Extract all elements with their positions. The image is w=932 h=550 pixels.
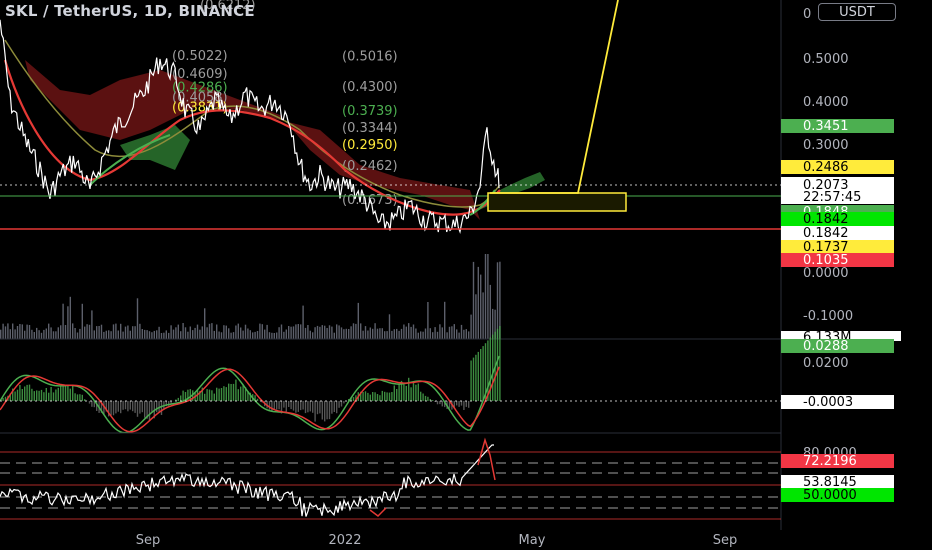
macd-histogram — [2, 326, 501, 422]
macd-badge-1: -0.0003 — [803, 395, 853, 410]
time-tick-1: Sep — [136, 533, 161, 548]
badge-7: 0.1035 — [803, 253, 849, 268]
price-tick-1: 0.4000 — [803, 95, 849, 110]
time-tick-3: May — [519, 533, 546, 548]
target-box[interactable] — [487, 192, 627, 212]
fib-label-10: (0.2950) — [342, 138, 398, 153]
price-tick-5: 0.0000 — [803, 266, 849, 281]
time-tick-2: 2022 — [328, 533, 361, 548]
projection-line[interactable] — [490, 0, 619, 194]
fib-label-8: (0.3739) — [342, 104, 398, 119]
price-tick-6: -0.1000 — [803, 309, 853, 324]
fib-label-2: (0.5016) — [342, 49, 398, 64]
rsi-line — [0, 444, 494, 517]
badge-4: 0.1842 — [803, 212, 849, 227]
rsi-badge-0: 72.2196 — [803, 454, 857, 469]
time-tick-4: Sep — [713, 533, 738, 548]
fib-label-9: (0.3344) — [342, 121, 398, 136]
badge-2-timer: 22:57:45 — [803, 190, 861, 205]
chart-canvas[interactable]: (0.6212)(0.5022) (0.5016)(0.4609)(0.4286)… — [0, 0, 932, 550]
fib-label-3: (0.4609) — [172, 67, 228, 82]
time-axis: Sep 2022 May Sep — [136, 533, 738, 548]
price-line — [0, 19, 500, 234]
badge-5: 0.1842 — [803, 226, 849, 241]
price-tick-top: 0 — [803, 7, 811, 22]
price-tick-2: 0.3000 — [803, 138, 849, 153]
rsi-badge-2: 50.0000 — [803, 488, 857, 503]
chart-title: SKL / TetherUS, 1D, BINANCE — [5, 2, 255, 20]
badge-1: 0.2486 — [803, 160, 849, 175]
fib-label-11: (0.2462) — [342, 159, 398, 174]
macd-tick: 0.0200 — [803, 356, 849, 371]
rsi-peak-segment — [477, 437, 496, 481]
macd-badge-0: 0.0288 — [803, 339, 849, 354]
price-tick-0: 0.5000 — [803, 52, 849, 67]
rsi-trough-segment — [369, 507, 387, 517]
currency-button[interactable]: USDT — [818, 3, 896, 21]
fib-label-5: (0.4300) — [342, 80, 398, 95]
badge-0: 0.3451 — [803, 119, 849, 134]
fib-label-1: (0.5022) — [172, 49, 228, 64]
volume-histogram — [0, 254, 501, 339]
